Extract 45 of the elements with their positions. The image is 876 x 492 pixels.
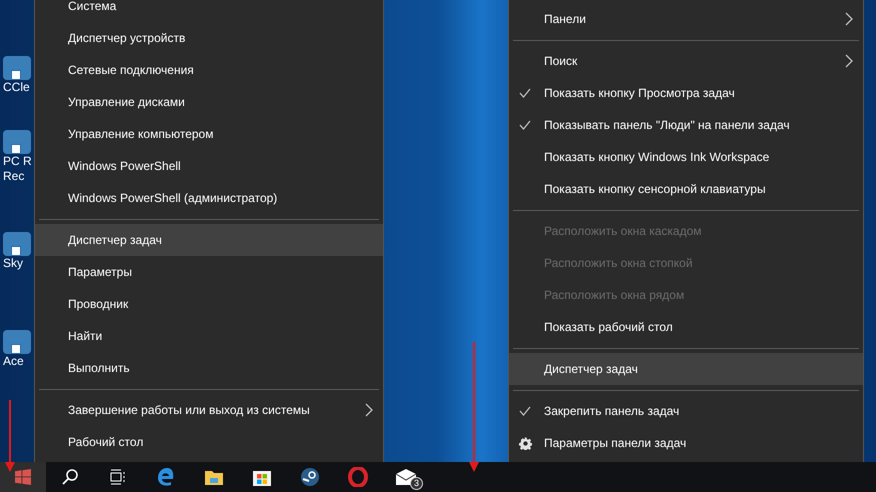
windows-logo-icon [15, 469, 31, 485]
mail-button[interactable]: 3 [382, 462, 430, 492]
checkmark-icon [519, 88, 531, 98]
menu-item[interactable]: Показать кнопку сенсорной клавиатуры [509, 173, 863, 205]
desktop-icon-label: Sky [2, 256, 24, 271]
menu-item[interactable]: Параметры панели задач [509, 427, 863, 459]
menu-item[interactable]: Система [35, 0, 383, 22]
start-button[interactable] [0, 462, 46, 492]
menu-item[interactable]: Windows PowerShell [35, 150, 383, 182]
desktop-shortcut-icon[interactable] [3, 232, 31, 256]
chevron-right-icon [845, 12, 853, 26]
menu-item[interactable]: Закрепить панель задач [509, 395, 863, 427]
checkmark-icon [519, 406, 531, 416]
menu-item[interactable]: Проводник [35, 288, 383, 320]
menu-item[interactable]: Завершение работы или выход из системы [35, 394, 383, 426]
desktop-shortcut-icon[interactable] [3, 56, 31, 80]
desktop-shortcut-icon[interactable] [3, 330, 31, 354]
menu-item[interactable]: Диспетчер устройств [35, 22, 383, 54]
menu-item[interactable]: Управление компьютером [35, 118, 383, 150]
desktop-shortcut-icon[interactable] [3, 130, 31, 154]
desktop-icon-label: PC R [2, 154, 32, 169]
menu-item[interactable]: Windows PowerShell (администратор) [35, 182, 383, 214]
menu-item[interactable]: Найти [35, 320, 383, 352]
menu-item[interactable]: Сетевые подключения [35, 54, 383, 86]
menu-item[interactable]: Панели [509, 3, 863, 35]
gear-icon [519, 436, 532, 450]
menu-item[interactable]: Выполнить [35, 352, 383, 384]
desktop-icon-label: Rec [2, 169, 24, 184]
menu-item[interactable]: Диспетчер задач [509, 353, 863, 385]
menu-item[interactable]: Показать кнопку Windows Ink Workspace [509, 141, 863, 173]
menu-item[interactable]: Параметры [35, 256, 383, 288]
menu-item[interactable]: Управление дисками [35, 86, 383, 118]
menu-item[interactable]: Диспетчер задач [35, 224, 383, 256]
notification-badge: 3 [410, 477, 423, 490]
desktop-icon-label: Ace [2, 354, 24, 369]
chevron-right-icon [365, 403, 373, 417]
menu-item[interactable]: Рабочий стол [35, 426, 383, 458]
checkmark-icon [519, 120, 531, 130]
annotation-arrow [5, 400, 15, 472]
menu-item[interactable]: Поиск [509, 45, 863, 77]
menu-item[interactable]: Показывать панель "Люди" на панели задач [509, 109, 863, 141]
menu-item[interactable]: Показать кнопку Просмотра задач [509, 77, 863, 109]
desktop-icon-label: CCle [2, 80, 30, 95]
menu-item[interactable]: Показать рабочий стол [509, 311, 863, 343]
chevron-right-icon [845, 54, 853, 68]
